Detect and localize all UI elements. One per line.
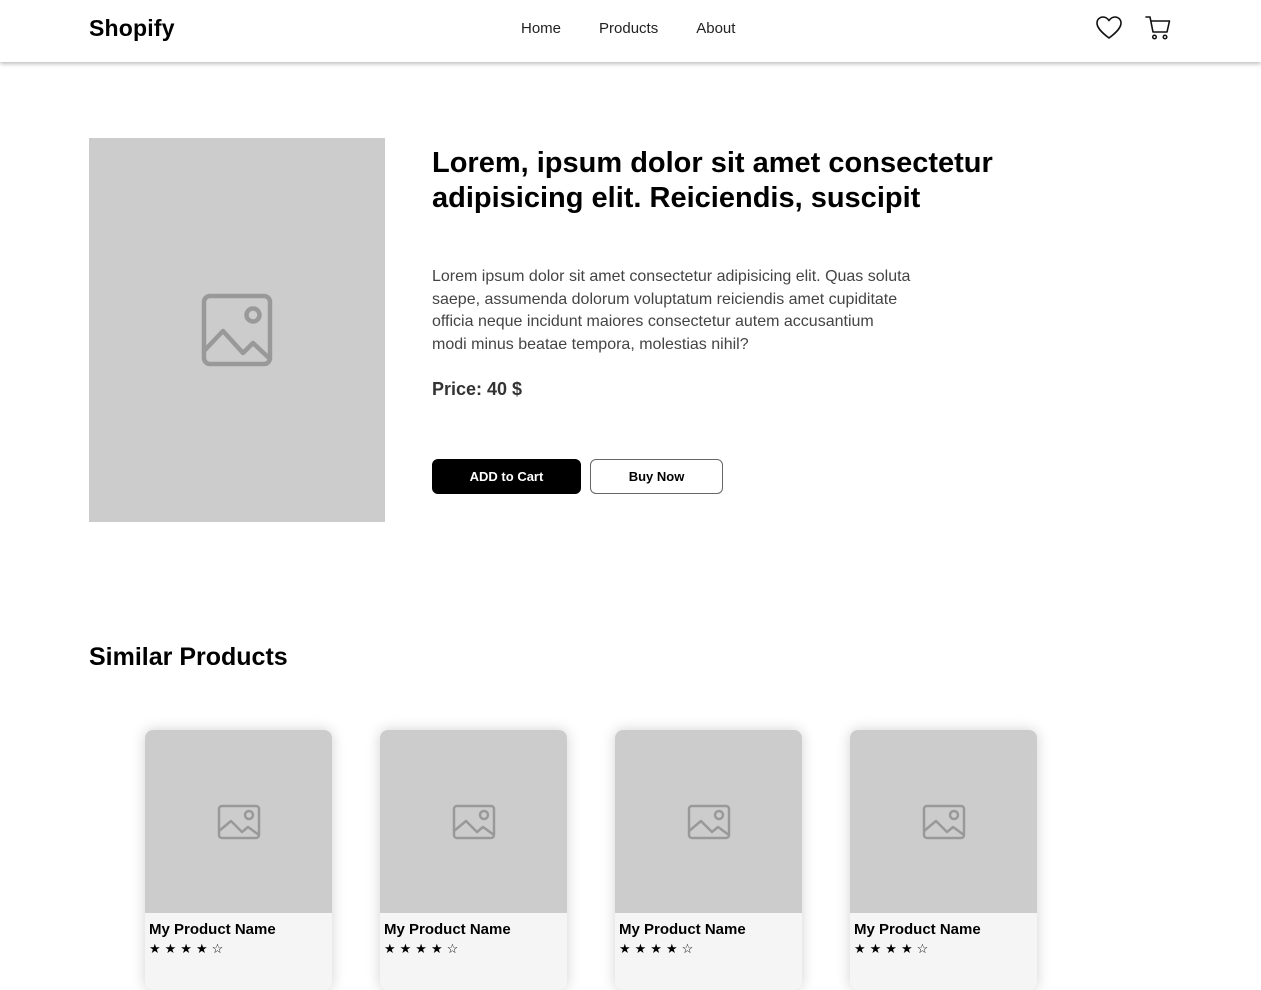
product-image — [89, 138, 385, 522]
card-image — [615, 730, 802, 913]
card-product-name: My Product Name — [619, 921, 746, 938]
image-placeholder-icon — [922, 804, 965, 839]
card-rating: ★★★★☆ — [619, 941, 698, 956]
card-image — [380, 730, 567, 913]
nav-products-link[interactable]: Products — [599, 20, 658, 37]
navbar: Shopify Home Products About — [0, 0, 1261, 62]
product-title: Lorem, ipsum dolor sit amet consectetur … — [432, 147, 993, 214]
image-placeholder-icon — [452, 804, 495, 839]
similar-products-title: Similar Products — [89, 643, 288, 671]
card-product-name: My Product Name — [854, 921, 981, 938]
card-rating: ★★★★☆ — [149, 941, 228, 956]
card-image — [145, 730, 332, 913]
product-card[interactable]: My Product Name ★★★★☆ — [145, 730, 332, 990]
product-price: Price: 40 $ — [432, 379, 523, 399]
product-description: Lorem ipsum dolor sit amet consectetur a… — [432, 268, 911, 353]
buy-now-button[interactable]: Buy Now — [590, 459, 723, 494]
image-placeholder-icon — [217, 804, 260, 839]
nav-about-link[interactable]: About — [696, 20, 735, 37]
cart-icon[interactable] — [1144, 14, 1172, 42]
heart-icon[interactable] — [1095, 14, 1123, 42]
add-to-cart-button[interactable]: ADD to Cart — [432, 459, 581, 494]
card-product-name: My Product Name — [149, 921, 276, 938]
brand-logo[interactable]: Shopify — [89, 15, 175, 42]
product-card[interactable]: My Product Name ★★★★☆ — [380, 730, 567, 990]
card-rating: ★★★★☆ — [854, 941, 933, 956]
image-placeholder-icon — [201, 293, 273, 367]
product-card[interactable]: My Product Name ★★★★☆ — [615, 730, 802, 990]
card-rating: ★★★★☆ — [384, 941, 463, 956]
nav-home-link[interactable]: Home — [521, 20, 561, 37]
card-image — [850, 730, 1037, 913]
image-placeholder-icon — [687, 804, 730, 839]
product-card[interactable]: My Product Name ★★★★☆ — [850, 730, 1037, 990]
similar-products-list: My Product Name ★★★★☆ My Product Name ★★… — [145, 730, 1037, 990]
nav-links: Home Products About — [521, 20, 735, 37]
card-product-name: My Product Name — [384, 921, 511, 938]
